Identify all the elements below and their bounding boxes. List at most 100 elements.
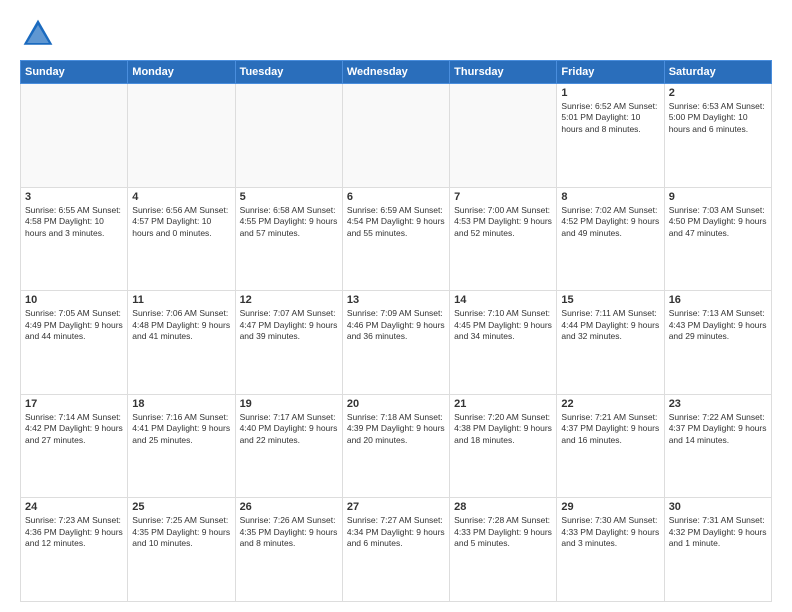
calendar-cell: 16Sunrise: 7:13 AM Sunset: 4:43 PM Dayli… — [664, 291, 771, 395]
calendar-header-row: SundayMondayTuesdayWednesdayThursdayFrid… — [21, 61, 772, 84]
day-number: 5 — [240, 191, 338, 203]
calendar-header-saturday: Saturday — [664, 61, 771, 84]
day-number: 16 — [669, 294, 767, 306]
calendar-cell: 24 Sunrise: 7:23 AM Sunset: 4:36 PM Dayli… — [21, 498, 128, 602]
day-info: Sunrise: 7:31 AM Sunset: 4:32 PM Dayligh… — [669, 515, 767, 549]
day-number: 12 — [240, 294, 338, 306]
day-info: Sunrise: 6:52 AM Sunset: 5:01 PM Dayligh… — [561, 101, 659, 135]
day-number: 29 — [561, 501, 659, 513]
calendar-week-2: 10Sunrise: 7:05 AM Sunset: 4:49 PM Dayli… — [21, 291, 772, 395]
day-info: Sunrise: 7:09 AM Sunset: 4:46 PM Dayligh… — [347, 308, 445, 342]
day-number: 13 — [347, 294, 445, 306]
day-info: Sunrise: 7:03 AM Sunset: 4:50 PM Dayligh… — [669, 205, 767, 239]
calendar-week-0: 1 Sunrise: 6:52 AM Sunset: 5:01 PM Daylig… — [21, 84, 772, 188]
day-number: 18 — [132, 398, 230, 410]
day-number: 3 — [25, 191, 123, 203]
calendar-cell: 17 Sunrise: 7:14 AM Sunset: 4:42 PM Dayli… — [21, 394, 128, 498]
day-info: Sunrise: 7:23 AM Sunset: 4:36 PM Dayligh… — [25, 515, 123, 549]
calendar-header-wednesday: Wednesday — [342, 61, 449, 84]
day-number: 20 — [347, 398, 445, 410]
day-number: 25 — [132, 501, 230, 513]
day-number: 24 — [25, 501, 123, 513]
day-info: Sunrise: 6:56 AM Sunset: 4:57 PM Dayligh… — [132, 205, 230, 239]
calendar-header-friday: Friday — [557, 61, 664, 84]
day-info: Sunrise: 6:55 AM Sunset: 4:58 PM Dayligh… — [25, 205, 123, 239]
calendar-cell: 10Sunrise: 7:05 AM Sunset: 4:49 PM Dayli… — [21, 291, 128, 395]
day-number: 23 — [669, 398, 767, 410]
calendar-cell: 26 Sunrise: 7:26 AM Sunset: 4:35 PM Dayli… — [235, 498, 342, 602]
day-number: 1 — [561, 87, 659, 99]
calendar-cell — [235, 84, 342, 188]
calendar-cell: 1 Sunrise: 6:52 AM Sunset: 5:01 PM Daylig… — [557, 84, 664, 188]
calendar-cell: 19 Sunrise: 7:17 AM Sunset: 4:40 PM Dayli… — [235, 394, 342, 498]
day-info: Sunrise: 7:28 AM Sunset: 4:33 PM Dayligh… — [454, 515, 552, 549]
day-number: 30 — [669, 501, 767, 513]
day-number: 19 — [240, 398, 338, 410]
calendar-cell: 27 Sunrise: 7:27 AM Sunset: 4:34 PM Dayli… — [342, 498, 449, 602]
day-number: 11 — [132, 294, 230, 306]
day-number: 8 — [561, 191, 659, 203]
day-info: Sunrise: 7:14 AM Sunset: 4:42 PM Dayligh… — [25, 412, 123, 446]
calendar-header-monday: Monday — [128, 61, 235, 84]
day-info: Sunrise: 7:25 AM Sunset: 4:35 PM Dayligh… — [132, 515, 230, 549]
calendar-cell: 21 Sunrise: 7:20 AM Sunset: 4:38 PM Dayli… — [450, 394, 557, 498]
calendar-cell: 11 Sunrise: 7:06 AM Sunset: 4:48 PM Dayli… — [128, 291, 235, 395]
day-number: 2 — [669, 87, 767, 99]
day-number: 14 — [454, 294, 552, 306]
day-info: Sunrise: 6:58 AM Sunset: 4:55 PM Dayligh… — [240, 205, 338, 239]
calendar-cell: 3 Sunrise: 6:55 AM Sunset: 4:58 PM Daylig… — [21, 187, 128, 291]
day-info: Sunrise: 7:16 AM Sunset: 4:41 PM Dayligh… — [132, 412, 230, 446]
day-info: Sunrise: 7:00 AM Sunset: 4:53 PM Dayligh… — [454, 205, 552, 239]
calendar-header-thursday: Thursday — [450, 61, 557, 84]
day-number: 4 — [132, 191, 230, 203]
day-info: Sunrise: 7:22 AM Sunset: 4:37 PM Dayligh… — [669, 412, 767, 446]
calendar-cell — [21, 84, 128, 188]
day-info: Sunrise: 7:10 AM Sunset: 4:45 PM Dayligh… — [454, 308, 552, 342]
day-number: 17 — [25, 398, 123, 410]
calendar-cell: 8 Sunrise: 7:02 AM Sunset: 4:52 PM Daylig… — [557, 187, 664, 291]
day-info: Sunrise: 7:06 AM Sunset: 4:48 PM Dayligh… — [132, 308, 230, 342]
calendar-cell: 5 Sunrise: 6:58 AM Sunset: 4:55 PM Daylig… — [235, 187, 342, 291]
calendar-cell: 20 Sunrise: 7:18 AM Sunset: 4:39 PM Dayli… — [342, 394, 449, 498]
calendar-cell — [342, 84, 449, 188]
day-info: Sunrise: 7:26 AM Sunset: 4:35 PM Dayligh… — [240, 515, 338, 549]
day-info: Sunrise: 7:17 AM Sunset: 4:40 PM Dayligh… — [240, 412, 338, 446]
calendar-week-4: 24 Sunrise: 7:23 AM Sunset: 4:36 PM Dayli… — [21, 498, 772, 602]
calendar-cell: 30 Sunrise: 7:31 AM Sunset: 4:32 PM Dayli… — [664, 498, 771, 602]
calendar-cell: 2 Sunrise: 6:53 AM Sunset: 5:00 PM Daylig… — [664, 84, 771, 188]
calendar-header-sunday: Sunday — [21, 61, 128, 84]
day-info: Sunrise: 7:30 AM Sunset: 4:33 PM Dayligh… — [561, 515, 659, 549]
day-info: Sunrise: 6:53 AM Sunset: 5:00 PM Dayligh… — [669, 101, 767, 135]
calendar-cell: 14 Sunrise: 7:10 AM Sunset: 4:45 PM Dayli… — [450, 291, 557, 395]
day-info: Sunrise: 7:02 AM Sunset: 4:52 PM Dayligh… — [561, 205, 659, 239]
calendar-cell: 15 Sunrise: 7:11 AM Sunset: 4:44 PM Dayli… — [557, 291, 664, 395]
calendar-cell: 18 Sunrise: 7:16 AM Sunset: 4:41 PM Dayli… — [128, 394, 235, 498]
calendar-week-3: 17 Sunrise: 7:14 AM Sunset: 4:42 PM Dayli… — [21, 394, 772, 498]
day-number: 22 — [561, 398, 659, 410]
day-number: 6 — [347, 191, 445, 203]
calendar-cell: 6Sunrise: 6:59 AM Sunset: 4:54 PM Daylig… — [342, 187, 449, 291]
calendar-cell: 7 Sunrise: 7:00 AM Sunset: 4:53 PM Daylig… — [450, 187, 557, 291]
day-number: 21 — [454, 398, 552, 410]
day-number: 26 — [240, 501, 338, 513]
calendar-cell: 29 Sunrise: 7:30 AM Sunset: 4:33 PM Dayli… — [557, 498, 664, 602]
logo-icon — [20, 16, 56, 52]
calendar-cell: 9Sunrise: 7:03 AM Sunset: 4:50 PM Daylig… — [664, 187, 771, 291]
header — [20, 16, 772, 52]
day-number: 7 — [454, 191, 552, 203]
day-number: 27 — [347, 501, 445, 513]
calendar-cell: 22 Sunrise: 7:21 AM Sunset: 4:37 PM Dayli… — [557, 394, 664, 498]
logo — [20, 16, 60, 52]
day-info: Sunrise: 7:18 AM Sunset: 4:39 PM Dayligh… — [347, 412, 445, 446]
calendar-table: SundayMondayTuesdayWednesdayThursdayFrid… — [20, 60, 772, 602]
calendar-cell — [128, 84, 235, 188]
day-info: Sunrise: 7:20 AM Sunset: 4:38 PM Dayligh… — [454, 412, 552, 446]
day-info: Sunrise: 7:11 AM Sunset: 4:44 PM Dayligh… — [561, 308, 659, 342]
day-info: Sunrise: 7:05 AM Sunset: 4:49 PM Dayligh… — [25, 308, 123, 342]
day-info: Sunrise: 7:07 AM Sunset: 4:47 PM Dayligh… — [240, 308, 338, 342]
day-info: Sunrise: 7:27 AM Sunset: 4:34 PM Dayligh… — [347, 515, 445, 549]
day-info: Sunrise: 7:21 AM Sunset: 4:37 PM Dayligh… — [561, 412, 659, 446]
calendar-cell — [450, 84, 557, 188]
calendar-cell: 28Sunrise: 7:28 AM Sunset: 4:33 PM Dayli… — [450, 498, 557, 602]
day-number: 15 — [561, 294, 659, 306]
